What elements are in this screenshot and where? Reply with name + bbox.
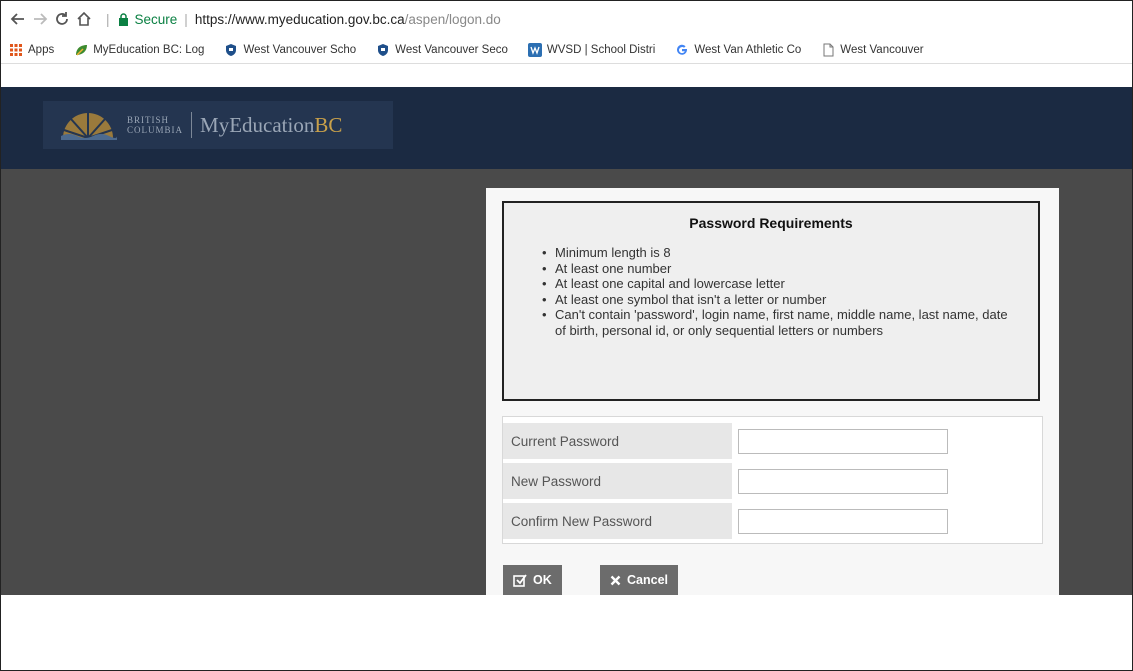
- address-divider: |: [106, 11, 110, 27]
- requirement-item: At least one capital and lowercase lette…: [542, 276, 1022, 292]
- bookmark-west-vancouver[interactable]: West Vancouver: [821, 43, 924, 57]
- requirements-title: Password Requirements: [689, 215, 853, 231]
- shield-icon: [378, 44, 389, 56]
- confirm-password-row: Confirm New Password: [503, 503, 1042, 539]
- lock-icon[interactable]: [117, 12, 131, 26]
- confirm-password-input[interactable]: [738, 509, 948, 534]
- logo-line-british: BRITISH: [127, 115, 170, 125]
- bookmark-label: West Vancouver: [840, 44, 924, 56]
- close-icon: [610, 575, 621, 586]
- url-host: https://www.myeducation.gov.bc.ca: [194, 11, 405, 27]
- bookmark-label: MyEducation BC: Log: [93, 44, 205, 56]
- current-password-input[interactable]: [738, 429, 948, 454]
- bc-sun-logo-icon: [61, 113, 117, 140]
- bookmark-west-vancouver-school[interactable]: West Vancouver Scho: [224, 43, 356, 57]
- bookmark-wvsd[interactable]: WVSD | School Distri: [527, 43, 656, 57]
- address-bar[interactable]: | Secure | https://www.myeducation.gov.b…: [99, 7, 501, 31]
- apps-grid-icon: [10, 44, 22, 56]
- new-password-row: New Password: [503, 463, 1042, 499]
- new-password-label: New Password: [503, 463, 732, 499]
- bc-wordmark: BRITISH COLUMBIA: [127, 115, 183, 135]
- requirement-item: At least one number: [542, 261, 1022, 277]
- cancel-button[interactable]: Cancel: [600, 565, 678, 595]
- app-name: MyEducationBC: [200, 113, 342, 138]
- app-name-suffix: BC: [314, 112, 343, 137]
- bookmark-label: West Vancouver Seco: [395, 44, 508, 56]
- forward-arrow-icon: [34, 13, 48, 25]
- secure-label: Secure: [134, 11, 178, 27]
- ok-button[interactable]: OK: [503, 565, 562, 595]
- bookmark-label: West Van Athletic Co: [694, 44, 802, 56]
- reload-icon: [56, 12, 68, 25]
- myeducation-logo[interactable]: BRITISH COLUMBIA MyEducationBC: [43, 101, 393, 149]
- forward-button[interactable]: [29, 8, 51, 30]
- site-header: BRITISH COLUMBIA MyEducationBC: [1, 87, 1132, 169]
- page-icon: [823, 43, 834, 57]
- cancel-label: Cancel: [627, 573, 668, 587]
- back-arrow-icon: [10, 13, 24, 25]
- requirements-list: Minimum length is 8 At least one number …: [542, 245, 1022, 338]
- bookmark-myeducation[interactable]: MyEducation BC: Log: [74, 43, 204, 57]
- wvsd-icon: [527, 43, 542, 57]
- password-requirements-box: Password Requirements Minimum length is …: [502, 201, 1040, 401]
- bookmark-label: Apps: [28, 44, 55, 56]
- bookmark-label: West Vancouver Scho: [243, 44, 357, 56]
- home-icon: [77, 11, 91, 26]
- app-name-main: MyEducation: [200, 112, 315, 137]
- bookmark-west-vancouver-secondary[interactable]: West Vancouver Seco: [376, 43, 508, 57]
- new-password-input[interactable]: [738, 469, 948, 494]
- back-button[interactable]: [7, 8, 29, 30]
- logo-divider: [191, 112, 193, 138]
- ok-label: OK: [533, 573, 552, 587]
- home-button[interactable]: [73, 8, 95, 30]
- bookmarks-bar: Apps MyEducation BC: Log West Vancouver …: [1, 37, 1132, 64]
- url-path: /aspen/logon.do: [404, 11, 501, 27]
- checkbox-check-icon: [513, 573, 527, 587]
- change-password-dialog: Password Requirements Minimum length is …: [486, 188, 1059, 595]
- bookmark-apps[interactable]: Apps: [9, 43, 54, 57]
- reload-button[interactable]: [51, 8, 73, 30]
- leaf-icon: [76, 45, 88, 56]
- google-icon: [677, 44, 688, 55]
- confirm-password-label: Confirm New Password: [503, 503, 732, 539]
- shield-icon: [226, 44, 237, 56]
- password-form: Current Password New Password Confirm Ne…: [502, 416, 1043, 544]
- requirement-item: At least one symbol that isn't a letter …: [542, 292, 1022, 308]
- logo-line-columbia: COLUMBIA: [127, 125, 184, 135]
- bookmark-label: WVSD | School Distri: [546, 44, 656, 56]
- requirement-item: Minimum length is 8: [542, 245, 1022, 261]
- current-password-row: Current Password: [503, 423, 1042, 459]
- address-divider: |: [184, 11, 188, 27]
- requirement-item: Can't contain 'password', login name, fi…: [542, 307, 1022, 338]
- screenshot-frame: | Secure | https://www.myeducation.gov.b…: [0, 0, 1133, 671]
- bookmark-west-van-athletic[interactable]: West Van Athletic Co: [675, 43, 801, 57]
- current-password-label: Current Password: [503, 423, 732, 459]
- browser-toolbar: | Secure | https://www.myeducation.gov.b…: [1, 1, 1132, 37]
